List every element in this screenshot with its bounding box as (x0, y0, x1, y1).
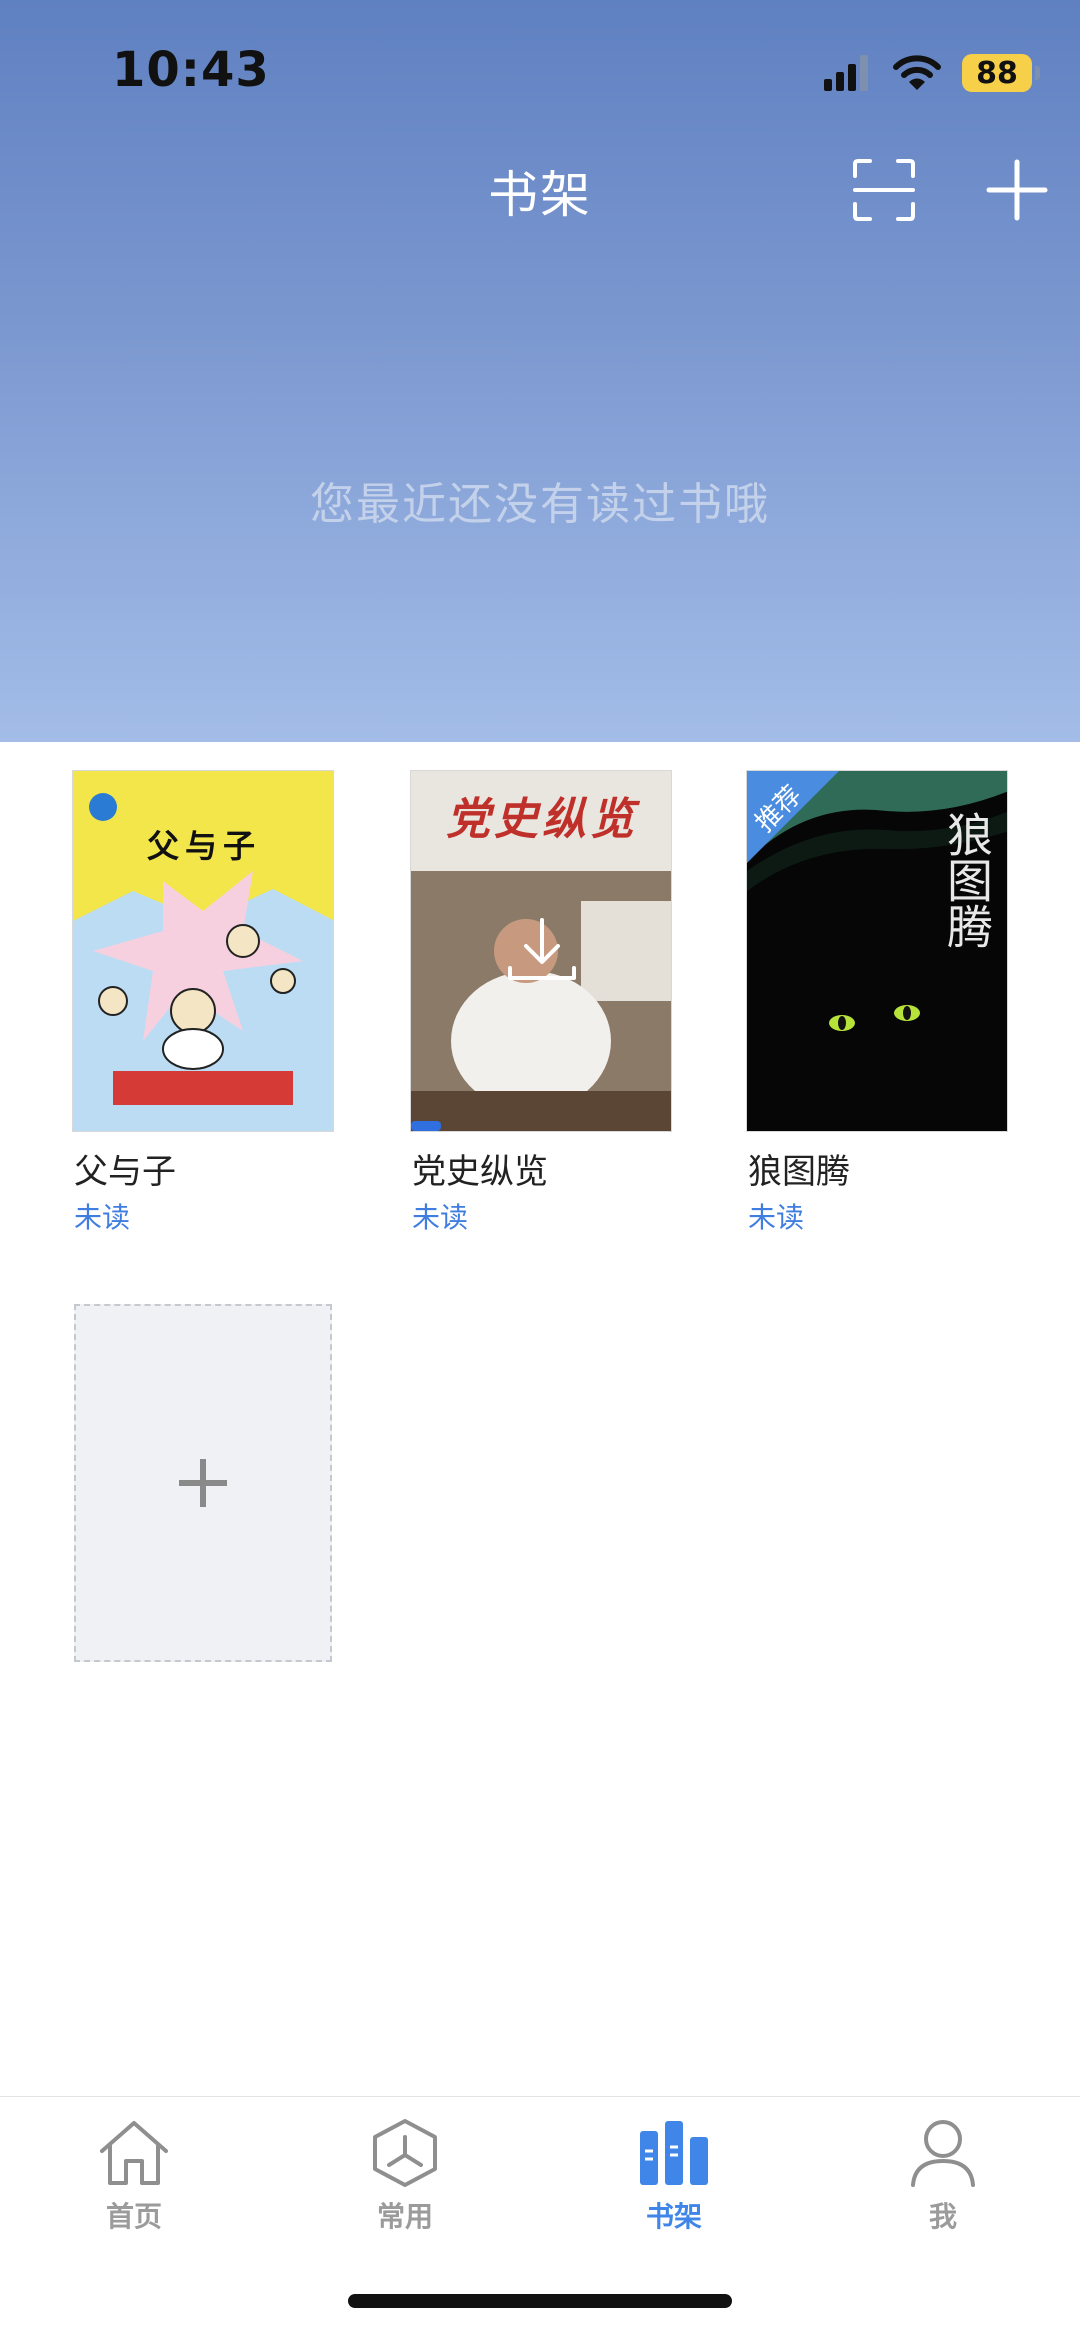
header-background: 10:43 88 书架 您最近还没有读过书哦 (0, 0, 1080, 742)
user-icon (911, 2120, 975, 2187)
empty-reading-message: 您最近还没有读过书哦 (310, 479, 770, 530)
book-cover[interactable]: 父与子 (72, 770, 334, 1132)
signal-icon (824, 55, 868, 91)
tab-label: 书架 (645, 2200, 702, 2233)
download-icon[interactable] (502, 916, 582, 986)
plus-icon (179, 1459, 227, 1507)
book-status: 未读 (74, 1201, 131, 1234)
tab-me[interactable]: 我 (853, 2117, 1033, 2235)
wifi-icon (893, 55, 941, 90)
tab-label: 常用 (376, 2200, 433, 2233)
book-cover-heading: 父与子 (146, 827, 261, 865)
status-indicators: 88 (824, 50, 1040, 96)
book-status: 未读 (748, 1201, 805, 1234)
book-title: 狼图腾 (748, 1152, 850, 1192)
bookshelf-icon (640, 2121, 708, 2185)
hexagon-icon (373, 2119, 437, 2187)
book-title: 党史纵览 (412, 1152, 548, 1192)
battery-level: 88 (976, 55, 1018, 91)
book-status: 未读 (412, 1201, 469, 1234)
tab-common[interactable]: 常用 (315, 2117, 495, 2235)
battery-indicator: 88 (962, 54, 1040, 92)
status-time: 10:43 (112, 42, 270, 98)
home-icon (100, 2121, 168, 2185)
tab-home[interactable]: 首页 (44, 2117, 224, 2235)
book-cover[interactable]: 党史纵览 (410, 770, 672, 1132)
page-title: 书架 (488, 166, 592, 224)
book-title: 父与子 (74, 1152, 176, 1192)
add-icon[interactable] (985, 158, 1049, 222)
scan-icon[interactable] (852, 158, 916, 222)
book-cover-heading: 党史纵览 (446, 794, 638, 845)
tab-label: 我 (928, 2200, 957, 2233)
home-indicator[interactable] (348, 2294, 732, 2308)
book-cover[interactable]: 推荐 狼图腾 (746, 770, 1008, 1132)
tab-bookshelf[interactable]: 书架 (584, 2117, 764, 2235)
add-book-button[interactable] (74, 1304, 332, 1662)
book-cover-heading: 狼图腾 (940, 811, 994, 949)
tab-label: 首页 (105, 2200, 162, 2233)
